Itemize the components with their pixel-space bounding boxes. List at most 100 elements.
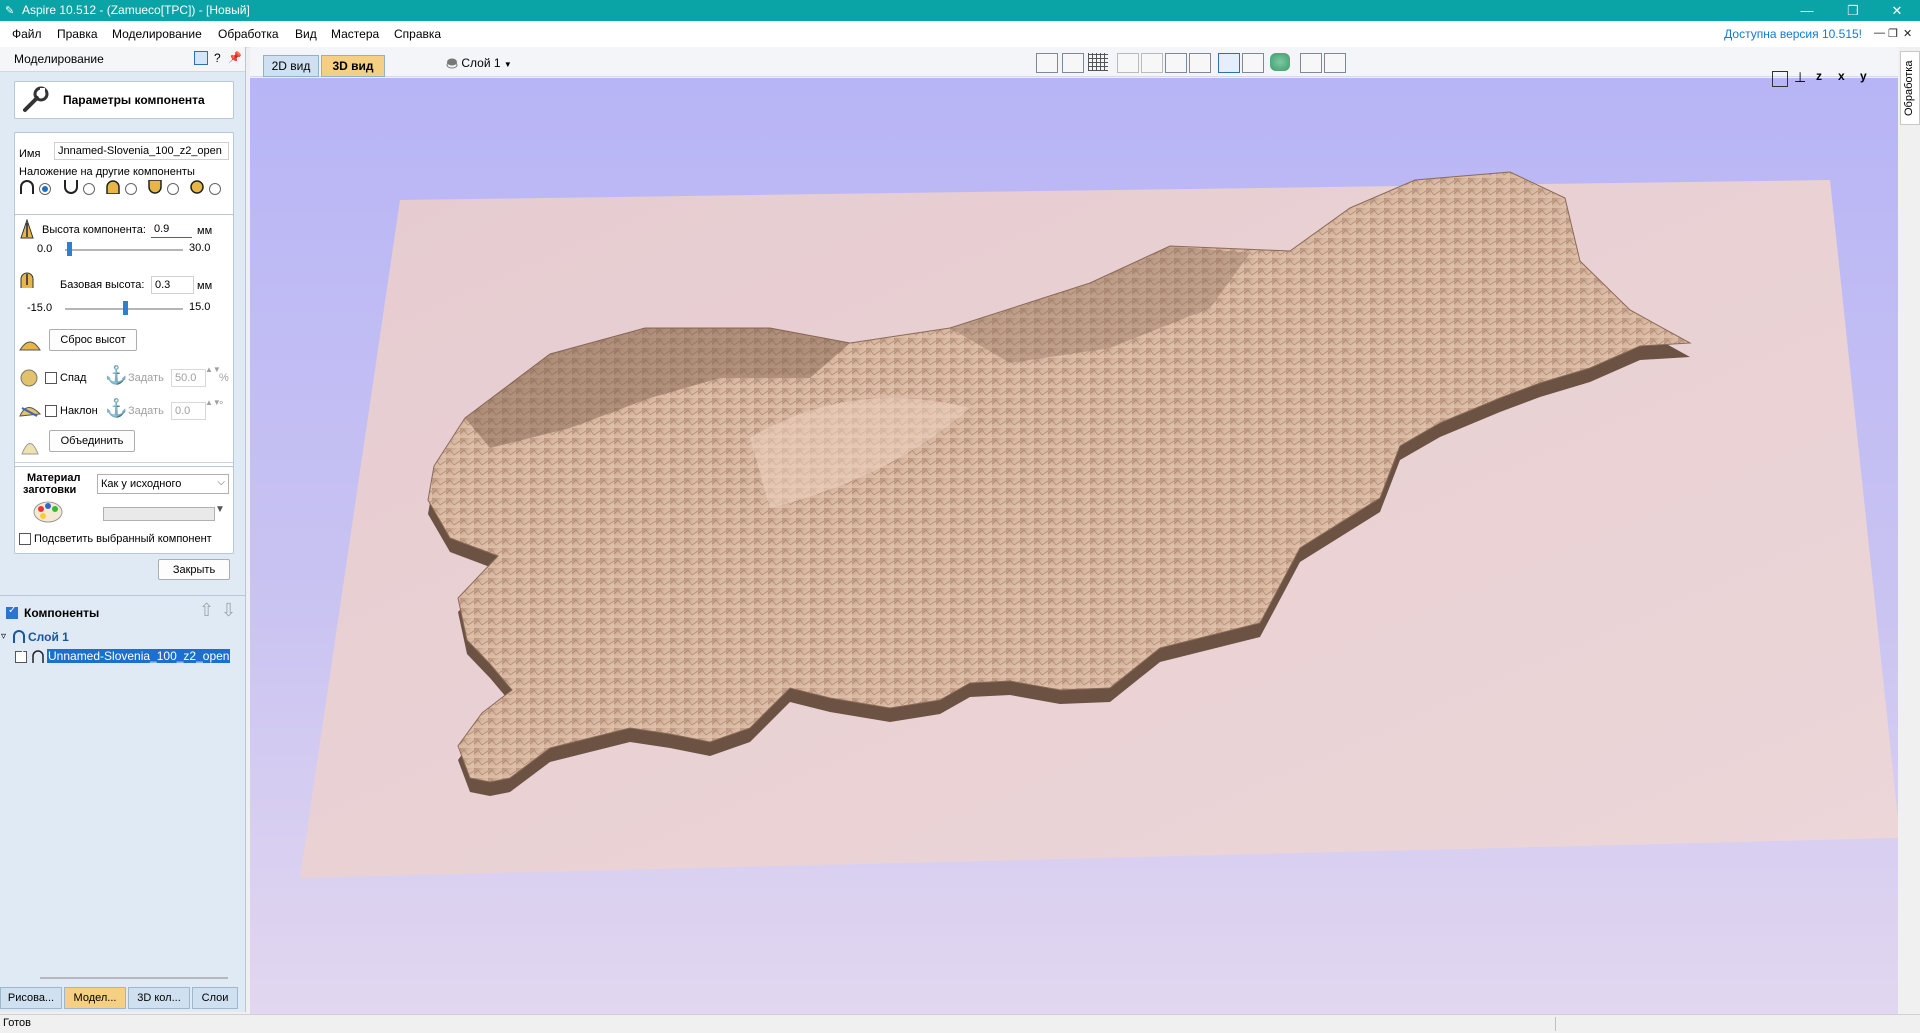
material-shade-icon[interactable] xyxy=(1270,53,1290,71)
view-toolbar: 2D вид 3D вид Слой 1 ▼ xyxy=(250,47,1900,77)
layer-icon xyxy=(13,630,25,643)
move-up-icon[interactable]: ⇧ xyxy=(199,600,214,621)
left-panel: Моделирование ? 📌 Параметры компонента И… xyxy=(0,47,246,1012)
base-height-max: 15.0 xyxy=(189,301,211,313)
tab-3d-view[interactable]: 3D вид xyxy=(321,55,385,77)
component-height-max: 30.0 xyxy=(189,242,211,254)
tab-drawing[interactable]: Рисова... xyxy=(0,987,62,1009)
mdi-close-button[interactable]: ✕ xyxy=(1903,27,1912,40)
tab-layers[interactable]: Слои xyxy=(192,987,238,1009)
mdi-restore-button[interactable]: ❐ xyxy=(1888,27,1898,40)
toolpaths-side-tab[interactable]: Обработка xyxy=(1900,51,1920,125)
zoom-extents-icon[interactable] xyxy=(1165,53,1187,73)
axis-z-icon[interactable]: z xyxy=(1816,69,1822,83)
component-icon xyxy=(32,650,44,663)
component-height-slider[interactable] xyxy=(65,249,183,251)
palette-icon xyxy=(33,501,63,523)
layer-selector[interactable]: Слой 1 ▼ xyxy=(446,56,512,70)
tilt-label: Наклон xyxy=(60,405,98,417)
overlay-max-radio[interactable] xyxy=(125,183,137,195)
tilt-value-input[interactable]: 0.0 xyxy=(171,402,206,420)
view-top-icon[interactable] xyxy=(1062,53,1084,73)
panel-dock-icon[interactable] xyxy=(194,51,208,65)
axis-x-icon[interactable]: x xyxy=(1838,69,1845,83)
wireframe-icon[interactable] xyxy=(1242,53,1264,73)
layer-expand-icon[interactable]: ▿ xyxy=(1,631,6,642)
material-label-line2: заготовки xyxy=(23,484,77,496)
tree-layer-name[interactable]: Слой 1 xyxy=(28,630,69,644)
menu-wizards[interactable]: Мастера xyxy=(331,27,379,41)
menu-help[interactable]: Справка xyxy=(394,27,441,41)
menu-view[interactable]: Вид xyxy=(295,27,317,41)
base-height-unit: мм xyxy=(197,280,213,292)
panel-header: Моделирование ? 📌 xyxy=(0,47,245,72)
zoom-icon[interactable] xyxy=(1141,53,1163,73)
split-view-horizontal-icon[interactable] xyxy=(1300,53,1322,73)
component-height-slider-thumb[interactable] xyxy=(66,242,72,256)
overlay-subtract-icon xyxy=(64,180,78,194)
highlight-label: Подсветить выбранный компонент xyxy=(34,533,212,545)
app-icon: ✎ xyxy=(5,5,15,17)
panel-help-icon[interactable]: ? xyxy=(214,51,221,65)
overlay-label: Наложение на другие компоненты xyxy=(19,166,195,178)
overlay-multiply-radio[interactable] xyxy=(209,183,221,195)
material-color-dropdown-icon[interactable]: ▼ xyxy=(215,504,225,515)
panel-pin-icon[interactable]: 📌 xyxy=(228,51,242,64)
minimize-button[interactable]: — xyxy=(1784,0,1830,21)
tilt-unit: ° xyxy=(219,400,224,412)
view-iso-icon[interactable] xyxy=(1036,53,1058,73)
components-separator xyxy=(0,595,245,596)
grid-icon[interactable] xyxy=(1088,53,1108,71)
overlay-min-radio[interactable] xyxy=(167,183,179,195)
restore-button[interactable]: ❐ xyxy=(1830,0,1876,21)
fade-anchor-icon[interactable]: ⚓ xyxy=(105,365,127,386)
merge-button[interactable]: Объединить xyxy=(49,430,135,452)
base-height-slider-thumb[interactable] xyxy=(123,301,129,315)
overlay-add-radio[interactable] xyxy=(39,183,51,195)
merge-icon xyxy=(21,443,39,455)
tilt-anchor-icon[interactable]: ⚓ xyxy=(105,398,127,419)
component-name-input[interactable]: Jnnamed-Slovenia_100_z2_open xyxy=(54,142,229,160)
tilt-set-label: Задать xyxy=(128,405,164,417)
status-bar: Готов xyxy=(0,1014,1920,1033)
separator xyxy=(15,462,233,463)
component-height-label: Высота компонента: xyxy=(42,224,146,236)
mdi-minimize-button[interactable]: — xyxy=(1874,27,1885,39)
close-button[interactable]: ✕ xyxy=(1874,0,1920,21)
tab-2d-view[interactable]: 2D вид xyxy=(263,55,319,77)
highlight-checkbox[interactable] xyxy=(19,533,31,545)
move-down-icon[interactable]: ⇩ xyxy=(221,600,236,621)
reset-heights-button[interactable]: Сброс высот xyxy=(49,329,137,351)
base-height-input[interactable]: 0.3 xyxy=(151,276,194,294)
fade-checkbox[interactable] xyxy=(45,372,57,384)
3d-scene xyxy=(300,171,1900,878)
update-available-link[interactable]: Доступна версия 10.515! xyxy=(1724,27,1862,41)
layer-selector-label: Слой 1 xyxy=(461,56,501,70)
close-panel-button[interactable]: Закрыть xyxy=(158,559,230,580)
component-height-input[interactable]: 0.9 xyxy=(151,221,192,238)
menu-modeling[interactable]: Моделирование xyxy=(112,27,202,41)
split-view-vertical-icon[interactable] xyxy=(1324,53,1346,73)
material-select[interactable]: Как у исходного ⌵ xyxy=(97,474,229,494)
panel-horizontal-scrollbar[interactable] xyxy=(40,977,228,979)
material-color-swatch[interactable] xyxy=(103,507,215,521)
status-separator xyxy=(1555,1017,1556,1031)
menu-file[interactable]: Файл xyxy=(12,27,42,41)
fit-view-icon[interactable] xyxy=(1772,71,1788,87)
components-visible-checkbox[interactable] xyxy=(6,605,18,619)
tab-modeling[interactable]: Модел... xyxy=(64,987,126,1009)
pan-icon[interactable] xyxy=(1117,53,1139,73)
shade-model-icon[interactable] xyxy=(1218,53,1240,73)
tree-item-checkbox[interactable] xyxy=(15,649,27,663)
menu-edit[interactable]: Правка xyxy=(57,27,98,41)
fade-value-input[interactable]: 50.0 xyxy=(171,369,206,387)
tilt-checkbox[interactable] xyxy=(45,405,57,417)
overlay-subtract-radio[interactable] xyxy=(83,183,95,195)
axis-y-icon[interactable]: y xyxy=(1860,69,1867,83)
menu-machining[interactable]: Обработка xyxy=(218,27,279,41)
zoom-selection-icon[interactable] xyxy=(1189,53,1211,73)
tree-component-item[interactable]: Unnamed-Slovenia_100_z2_open xyxy=(47,649,231,663)
axis-iso-icon[interactable]: ⊥ xyxy=(1794,69,1806,86)
3d-viewport[interactable]: ⊥ z x y xyxy=(250,69,1900,1014)
tab-3d-clipart[interactable]: 3D кол... xyxy=(128,987,190,1009)
